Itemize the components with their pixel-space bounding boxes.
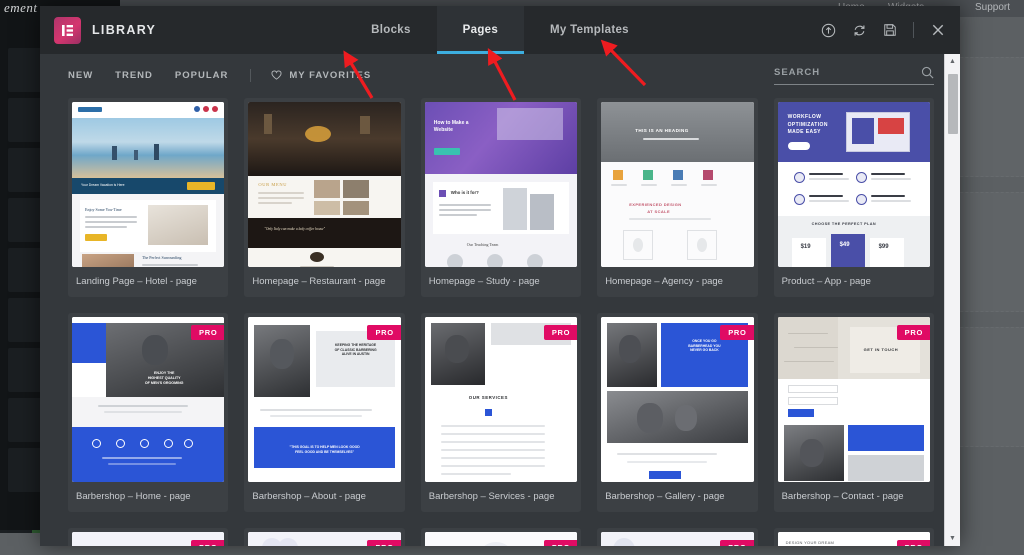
filter-trend[interactable]: TREND	[115, 70, 153, 81]
template-thumbnail: PRO DESIGN YOUR DREAM CREATE YOUR VISION	[777, 532, 930, 546]
template-thumbnail: PRO ENJOY THE HIGHEST QUALITY OF MEN'S GRO…	[72, 317, 225, 482]
template-label: Homepage – Study - page	[428, 276, 540, 287]
template-card[interactable]: PRO ONCE YOU GO BARBERHEAD YOU NEVER GO BA…	[597, 313, 758, 512]
template-card[interactable]: PRO KEEPING THE HERITAGE OF CLASSIC BARBE…	[244, 313, 405, 512]
search-icon[interactable]	[921, 66, 934, 79]
pro-badge: PRO	[367, 540, 401, 546]
upload-icon[interactable]	[821, 23, 836, 38]
template-thumbnail: OUR MENU "Only Italy can make a lady cof…	[248, 102, 401, 267]
template-grid: Your Dream Vacation is Here Enjoy Some Y…	[68, 96, 934, 546]
template-card[interactable]: PRO	[597, 528, 758, 546]
template-card[interactable]: PRO OUR SERVICES Barbershop – Services -…	[420, 313, 582, 512]
panel-heading-text: ement	[4, 0, 38, 15]
tab-blocks[interactable]: Blocks	[345, 6, 437, 54]
search-input[interactable]	[774, 66, 921, 78]
template-thumbnail: THIS IS AN HEADING EXPERIENCED DESIGN AT…	[601, 102, 754, 267]
template-label: Barbershop – Services - page	[428, 491, 555, 502]
template-card[interactable]: PRO	[244, 528, 405, 546]
template-thumbnail: Your Dream Vacation is Here Enjoy Some Y…	[72, 102, 225, 267]
toolbar-divider	[250, 68, 252, 82]
sync-icon[interactable]	[852, 23, 867, 38]
pro-badge: PRO	[543, 540, 578, 546]
template-thumbnail: PRO ONCE YOU GO BARBERHEAD YOU NEVER GO BA…	[601, 317, 754, 482]
template-card[interactable]: PRO	[420, 528, 582, 546]
template-thumbnail: PRO GET IN TOUCH	[777, 317, 930, 482]
template-thumbnail: PRO	[601, 532, 754, 546]
pro-badge: PRO	[367, 325, 401, 340]
template-label: Homepage – Agency - page	[605, 276, 723, 287]
modal-header: LIBRARY Blocks Pages My Templates	[40, 6, 960, 54]
template-label: Homepage – Restaurant - page	[252, 276, 386, 287]
template-label: Landing Page – Hotel - page	[76, 276, 197, 287]
tab-pages[interactable]: Pages	[436, 6, 525, 54]
template-label: Barbershop – Gallery - page	[605, 491, 725, 502]
scrollbar-thumb[interactable]	[948, 74, 958, 134]
modal-scrollbar[interactable]: ▲ ▼	[944, 54, 960, 546]
template-label: Product – App - page	[781, 276, 871, 287]
template-thumbnail: WORKFLOW OPTIMIZATION MADE EASY CHOOSE T…	[777, 102, 930, 267]
pro-badge: PRO	[191, 540, 225, 546]
modal-header-actions	[821, 6, 946, 54]
pro-badge: PRO	[896, 540, 930, 546]
template-library-modal: LIBRARY Blocks Pages My Templates NEW TR…	[40, 6, 960, 546]
header-divider	[913, 22, 914, 38]
pro-badge: PRO	[543, 325, 578, 340]
pro-badge: PRO	[720, 540, 754, 546]
thumb-text-line1: DESIGN YOUR DREAM	[785, 540, 835, 545]
template-thumbnail: PRO	[248, 532, 401, 546]
template-card[interactable]: OUR MENU "Only Italy can make a lady cof…	[244, 98, 405, 297]
template-card[interactable]: PRO ENJOY THE HIGHEST QUALITY OF MEN'S GRO…	[68, 313, 229, 512]
template-card[interactable]: PRO GET IN TOUCH Barbershop – Contact - …	[773, 313, 934, 512]
my-favorites-filter[interactable]: MY FAVORITES	[271, 70, 371, 81]
template-label: Barbershop – Contact - page	[781, 491, 904, 502]
pro-badge: PRO	[720, 325, 754, 340]
scroll-up-icon[interactable]: ▲	[945, 54, 960, 69]
template-grid-scroll[interactable]: Your Dream Vacation is Here Enjoy Some Y…	[40, 96, 960, 546]
heart-icon	[271, 70, 282, 80]
my-favorites-label: MY FAVORITES	[289, 69, 372, 81]
tab-my-templates[interactable]: My Templates	[524, 6, 655, 54]
template-card[interactable]: PRO DESIGN YOUR DREAM CREATE YOUR VISION	[773, 528, 934, 546]
template-thumbnail: PRO KEEPING THE HERITAGE OF CLASSIC BARBE…	[248, 317, 401, 482]
filter-popular[interactable]: POPULAR	[175, 70, 228, 81]
template-card[interactable]: PRO	[68, 528, 229, 546]
template-thumbnail: How to Make a Website Who is it for? Our …	[424, 102, 578, 267]
adminbar-item-support[interactable]: Support	[975, 2, 1010, 13]
filter-new[interactable]: NEW	[68, 70, 93, 81]
template-card[interactable]: WORKFLOW OPTIMIZATION MADE EASY CHOOSE T…	[773, 98, 934, 297]
save-icon[interactable]	[883, 23, 897, 37]
search-field[interactable]	[774, 66, 934, 85]
template-card[interactable]: Your Dream Vacation is Here Enjoy Some Y…	[68, 98, 229, 297]
pro-badge: PRO	[896, 325, 930, 340]
template-thumbnail: PRO	[72, 532, 225, 546]
template-label: Barbershop – About - page	[252, 491, 366, 502]
scroll-down-icon[interactable]: ▼	[945, 531, 960, 546]
pro-badge: PRO	[191, 325, 225, 340]
template-card[interactable]: How to Make a Website Who is it for? Our …	[420, 98, 582, 297]
template-thumbnail: PRO	[424, 532, 578, 546]
template-card[interactable]: THIS IS AN HEADING EXPERIENCED DESIGN AT…	[597, 98, 758, 297]
template-thumbnail: PRO OUR SERVICES	[424, 317, 578, 482]
template-label: Barbershop – Home - page	[76, 491, 191, 502]
modal-toolbar: NEW TREND POPULAR MY FAVORITES	[40, 54, 960, 96]
close-icon[interactable]	[930, 22, 946, 38]
